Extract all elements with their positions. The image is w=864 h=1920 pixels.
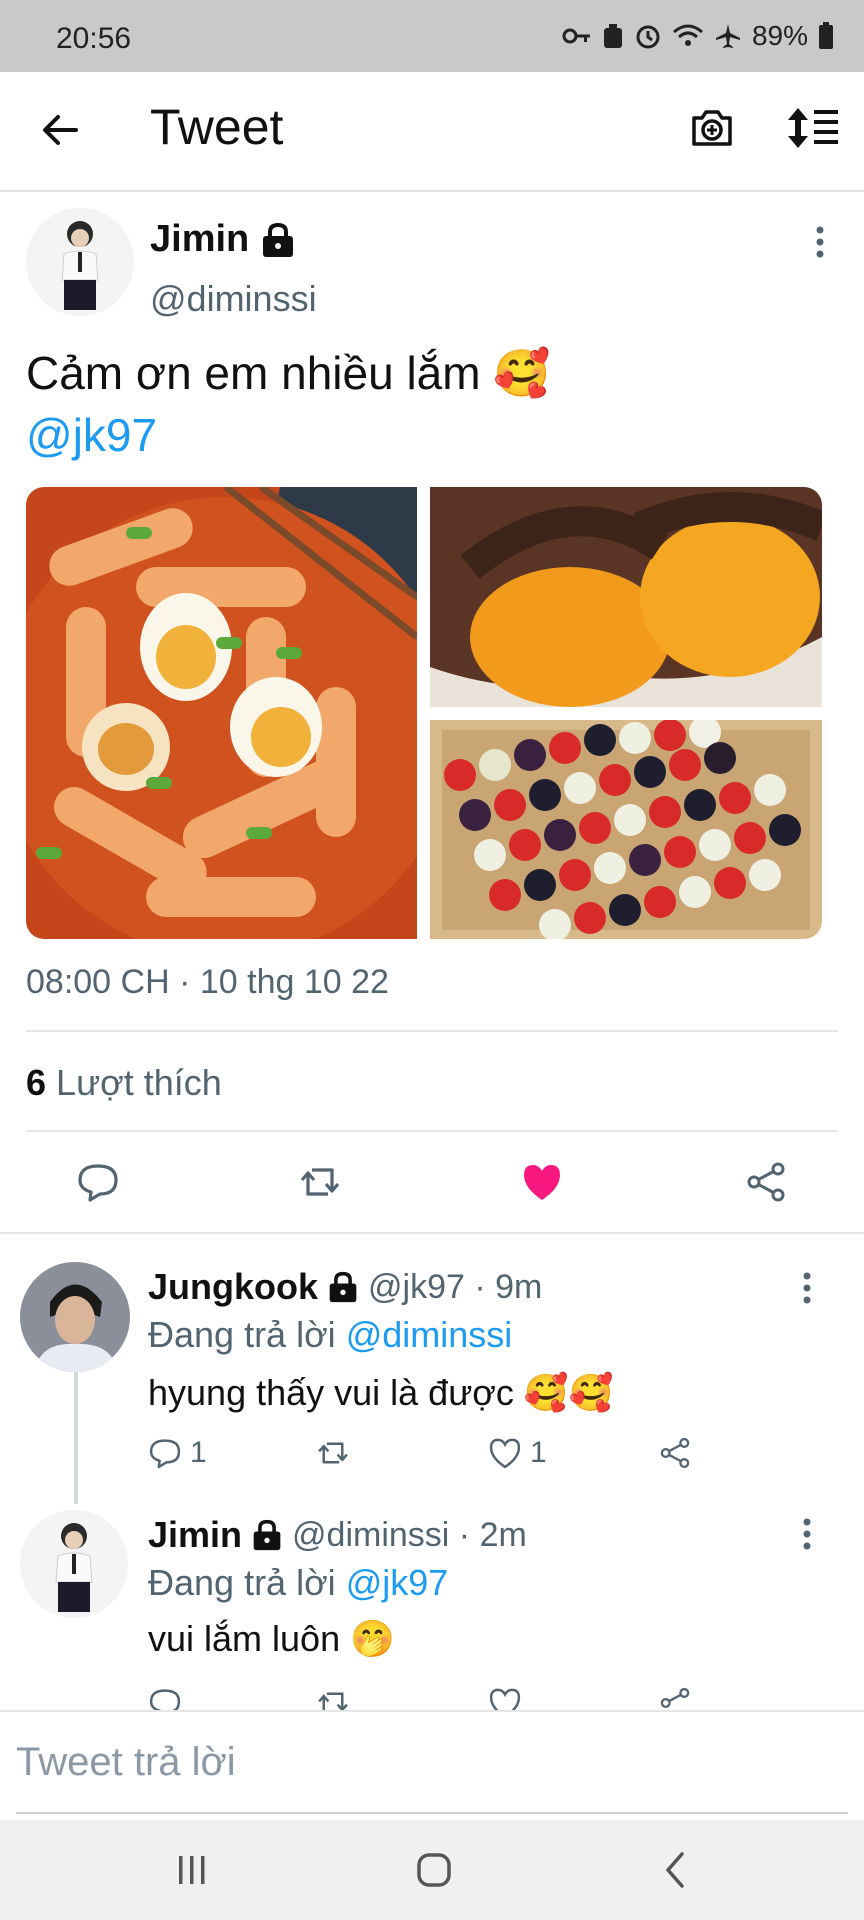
reply-text-line: vui lắm luôn <box>148 1618 341 1659</box>
reply-icon <box>149 1439 181 1469</box>
system-nav-bar <box>0 1820 864 1920</box>
like-heart-icon <box>489 1438 521 1469</box>
reply-author-name[interactable]: Jungkook <box>148 1266 318 1308</box>
replying-to: Đang trả lời @jk97 <box>148 1562 448 1604</box>
status-bar: 20:56 89% <box>0 0 864 72</box>
share-icon[interactable] <box>658 1436 692 1470</box>
media-grid <box>26 487 822 939</box>
like-count: 1 <box>530 1436 547 1469</box>
vpn-key-icon <box>562 28 590 44</box>
replying-to-link[interactable]: @diminssi <box>346 1314 513 1355</box>
recycle-icon <box>603 24 622 48</box>
reply-handle-time: @diminssi · 2m <box>292 1515 527 1554</box>
sort-replies-icon[interactable] <box>786 106 840 150</box>
author-avatar[interactable] <box>26 208 134 316</box>
status-icons: 89% <box>562 20 834 52</box>
top-app-bar: Tweet <box>0 72 864 192</box>
reply-avatar[interactable] <box>20 1510 128 1618</box>
reply-avatar[interactable] <box>20 1262 130 1372</box>
status-time: 20:56 <box>56 22 132 55</box>
fruit-box-photo[interactable] <box>430 720 822 939</box>
reply-actions: 1 1 <box>148 1436 708 1476</box>
divider <box>26 1130 838 1132</box>
reply-handle-time: @jk97 · 9m <box>368 1267 543 1306</box>
author-name-row: Jimin <box>150 218 297 261</box>
divider <box>26 1030 838 1032</box>
likes-summary[interactable]: 6 Lượt thích <box>26 1062 222 1104</box>
tweet-timestamp: 08:00 CH · 10 thg 10 22 <box>26 963 389 1001</box>
thread-line <box>74 1370 78 1504</box>
reply-composer[interactable]: Tweet trả lời <box>0 1710 864 1822</box>
reply-text: vui lắm luôn 🤭 <box>148 1618 395 1660</box>
retweet-icon[interactable] <box>298 1160 342 1204</box>
replying-prefix: Đang trả lời <box>148 1314 336 1355</box>
tweet-mention-link[interactable]: @jk97 <box>26 408 157 462</box>
reply-emoji: 🥰🥰 <box>523 1372 614 1413</box>
tweet-text: Cảm ơn em nhiều lắm 🥰 <box>26 346 551 401</box>
reply-emoji: 🤭 <box>350 1618 395 1659</box>
author-name[interactable]: Jimin <box>150 218 249 261</box>
protected-lock-icon <box>329 1271 357 1303</box>
sweet-potato-photo[interactable] <box>430 487 822 707</box>
replying-to: Đang trả lời @diminssi <box>148 1314 512 1356</box>
alarm-icon <box>636 25 660 49</box>
avatar-image <box>26 208 134 316</box>
reply-input-underline <box>16 1812 848 1814</box>
reply-author-name[interactable]: Jimin <box>148 1514 242 1556</box>
protected-lock-icon <box>253 1519 281 1551</box>
reply-text-line: hyung thấy vui là được <box>148 1372 514 1413</box>
avatar-image <box>20 1510 128 1618</box>
airplane-mode-icon <box>715 24 740 48</box>
tweet-text-line: Cảm ơn em nhiều lắm <box>26 347 481 399</box>
retweet-icon[interactable] <box>316 1436 350 1470</box>
divider <box>0 1232 864 1234</box>
tweet-emoji: 🥰 <box>493 347 551 399</box>
reply-like-action[interactable]: 1 <box>488 1436 547 1470</box>
back-nav-icon[interactable] <box>660 1850 690 1890</box>
battery-icon <box>819 22 833 49</box>
reply-text: hyung thấy vui là được 🥰🥰 <box>148 1372 614 1414</box>
home-icon[interactable] <box>414 1850 454 1890</box>
more-options-icon[interactable] <box>802 1514 812 1554</box>
retweet-icon[interactable] <box>316 1686 350 1710</box>
reply-icon[interactable] <box>148 1686 182 1710</box>
likes-label: Lượt thích <box>56 1062 222 1103</box>
tteokbokki-photo[interactable] <box>26 487 417 939</box>
back-arrow-icon[interactable] <box>36 106 84 154</box>
reply-input-placeholder[interactable]: Tweet trả lời <box>16 1740 236 1785</box>
like-heart-icon[interactable] <box>520 1160 564 1204</box>
avatar-image <box>20 1262 130 1372</box>
recent-apps-icon[interactable] <box>174 1852 210 1888</box>
battery-percent: 89% <box>751 20 808 51</box>
reply-icon[interactable] <box>76 1160 120 1204</box>
reply-count: 1 <box>190 1436 207 1469</box>
more-options-icon[interactable] <box>802 1268 812 1308</box>
wifi-icon <box>672 24 703 46</box>
replying-prefix: Đang trả lời <box>148 1562 336 1603</box>
share-icon[interactable] <box>658 1686 692 1710</box>
like-heart-icon[interactable] <box>488 1686 522 1710</box>
reply-author-row: Jungkook @jk97 · 9m <box>148 1266 542 1308</box>
share-icon[interactable] <box>744 1160 788 1204</box>
replying-to-link[interactable]: @jk97 <box>346 1562 449 1603</box>
likes-count: 6 <box>26 1062 47 1103</box>
protected-lock-icon <box>263 222 294 257</box>
reply-reply-action[interactable]: 1 <box>148 1436 207 1470</box>
reply-author-row: Jimin @diminssi · 2m <box>148 1514 527 1556</box>
author-handle[interactable]: @diminssi <box>150 278 317 320</box>
more-options-icon[interactable] <box>815 222 825 262</box>
page-title: Tweet <box>150 99 284 155</box>
reply-actions <box>148 1686 708 1710</box>
camera-add-icon[interactable] <box>688 104 736 152</box>
